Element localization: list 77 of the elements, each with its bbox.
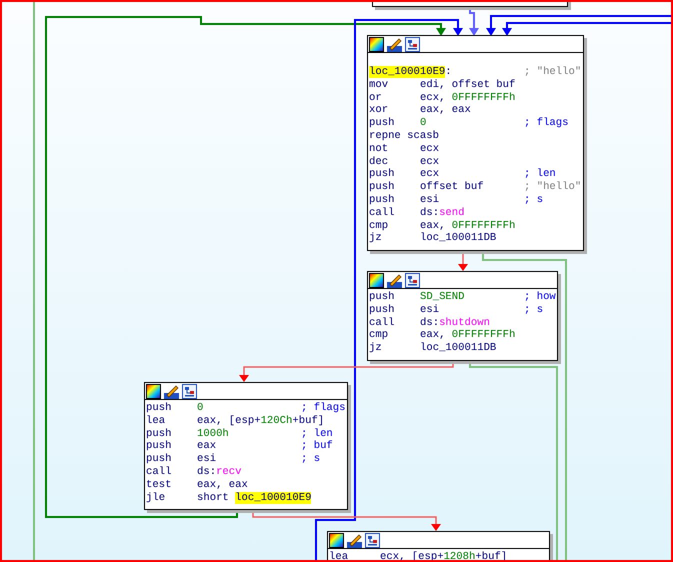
mnemonic: push [146,440,172,453]
mnemonic: jz [369,232,383,246]
mnemonic: push [146,428,172,440]
mnemonic: push [369,194,396,207]
mnemonic: cmp [369,329,390,342]
operand: eax, [esp+120Ch+buf] [197,414,324,428]
pencil-icon[interactable] [387,272,402,288]
mnemonic: push [146,453,172,466]
palette-icon[interactable] [329,532,344,548]
comment: ; "hello" [524,66,582,79]
mnemonic: push [369,181,396,194]
mnemonic: push [146,402,172,415]
pencil-icon[interactable] [347,532,362,548]
operand: eax, 0FFFFFFFFh [420,329,516,342]
mnemonic: jz [369,342,383,355]
graph-icon[interactable] [405,36,420,52]
operand: SD_SEND [420,291,466,304]
mnemonic: dec [369,156,390,168]
operand: ds:shutdown [420,316,491,329]
operand: eax [197,440,218,453]
operand: esi [420,304,440,317]
mnemonic: push [369,304,396,317]
operand: short loc_100010E9 [197,492,312,504]
mnemonic: push [369,117,396,130]
operand: ecx [420,142,440,156]
palette-icon[interactable] [369,272,384,288]
mnemonic: push [369,291,396,304]
comment: ; s [524,194,544,207]
operand: 1000h [197,428,230,440]
edge-arrow [469,7,479,36]
mnemonic: lea [146,414,166,428]
palette-icon[interactable] [146,384,161,398]
operand: ds:send [420,206,466,220]
comment: ; s [301,453,320,466]
mnemonic: or [369,92,383,104]
mnemonic: call [369,206,396,220]
comment: ; how [524,291,556,304]
operand: 0 [197,402,204,415]
operand: ds:recv [197,466,243,479]
mnemonic: not [369,142,390,156]
mnemonic: push [369,168,396,181]
graph-icon[interactable] [405,272,420,288]
comment: ; len [524,168,556,181]
mnemonic: call [369,316,396,330]
operand: ecx [420,168,440,181]
comment: ; buf [301,440,333,454]
operand: 0 [420,117,428,130]
mnemonic: jle [146,492,166,504]
pencil-icon[interactable] [164,384,179,398]
palette-icon[interactable] [369,36,384,52]
comment: ; flags [301,402,346,415]
mnemonic: lea [329,551,350,562]
comment: ; len [301,428,333,440]
pencil-icon[interactable] [387,36,402,52]
mnemonic: test [146,478,172,492]
operand: ecx, [esp+1208h+buf] [380,551,508,562]
comment: ; flags [524,117,569,130]
mnemonic: cmp [369,220,390,232]
operand: loc_100011DB [420,232,498,246]
operand: eax, eax [420,104,472,118]
operand: eax, 0FFFFFFFFh [420,220,516,232]
mnemonic: repne scasb [369,130,439,143]
operand: loc_100011DB [420,342,498,355]
mnemonic: xor [369,104,390,117]
operand: esi [197,453,218,466]
operand: esi [420,194,440,207]
operand: offset buf [420,181,485,194]
operand: edi, offset buf [420,78,516,92]
mnemonic: mov [369,78,390,92]
operand: ecx, 0FFFFFFFFh [420,92,516,104]
comment: ; s [524,304,544,317]
operand: ecx [420,156,440,168]
mnemonic: call [146,466,172,479]
graph-icon[interactable] [365,532,380,548]
graph-icon[interactable] [182,384,197,398]
comment: ; "hello" [524,181,582,194]
operand: eax, eax [197,478,249,492]
